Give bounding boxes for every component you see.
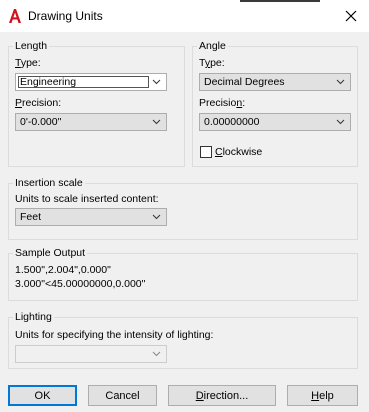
sample-output-line-2: 3.000"<45.00000000,0.000" [15,278,146,290]
direction-button-label: Direction... [195,389,249,402]
angle-type-label: Type: [199,57,225,69]
chevron-down-icon [152,214,161,220]
close-icon [345,10,357,22]
focus-rectangle [18,76,149,88]
chevron-down-icon [336,79,345,85]
clockwise-checkbox[interactable] [200,146,212,158]
angle-precision-select[interactable]: 0.00000000 [199,113,351,131]
lighting-title: Lighting [13,311,54,323]
ok-button-label: OK [34,389,51,402]
insertion-units-label: Units to scale inserted content: [15,193,159,205]
cancel-button-label: Cancel [105,389,140,402]
angle-group-title: Angle [197,40,228,52]
length-group-title: Length [13,40,50,52]
window-title: Drawing Units [28,9,103,23]
lighting-units-label: Units for specifying the intensity of li… [15,329,214,341]
length-precision-select[interactable]: 0'-0.000" [15,113,167,131]
cancel-button[interactable]: Cancel [88,385,157,406]
autocad-app-icon [9,9,21,23]
insertion-scale-title: Insertion scale [13,177,85,189]
lighting-units-select[interactable] [15,345,167,363]
help-button[interactable]: Help [287,385,358,406]
length-type-label: Type: [15,57,41,69]
direction-button[interactable]: Direction... [168,385,276,406]
sample-output-group: Sample Output [8,247,358,301]
angle-type-select[interactable]: Decimal Degrees [199,73,351,91]
angle-precision-label: Precision: [199,97,246,109]
chevron-down-icon [336,119,345,125]
clockwise-label[interactable]: Clockwise [215,146,262,158]
sample-output-line-1: 1.500",2.004",0.000" [15,264,111,276]
insertion-units-value: Feet [20,211,42,223]
help-button-label: Help [311,389,334,402]
length-precision-label: Precision: [15,97,62,109]
title-bar: Drawing Units [0,0,369,32]
angle-type-value: Decimal Degrees [204,76,285,88]
length-precision-value: 0'-0.000" [20,116,62,128]
chevron-down-icon [152,351,161,357]
length-type-select[interactable]: Engineering [15,73,167,91]
ok-button[interactable]: OK [8,385,77,406]
insertion-units-select[interactable]: Feet [15,208,167,226]
angle-precision-value: 0.00000000 [204,116,260,128]
sample-output-title: Sample Output [13,247,88,259]
close-button[interactable] [333,0,369,32]
background-window-strip [240,0,320,2]
chevron-down-icon [152,119,161,125]
chevron-down-icon [152,79,161,85]
